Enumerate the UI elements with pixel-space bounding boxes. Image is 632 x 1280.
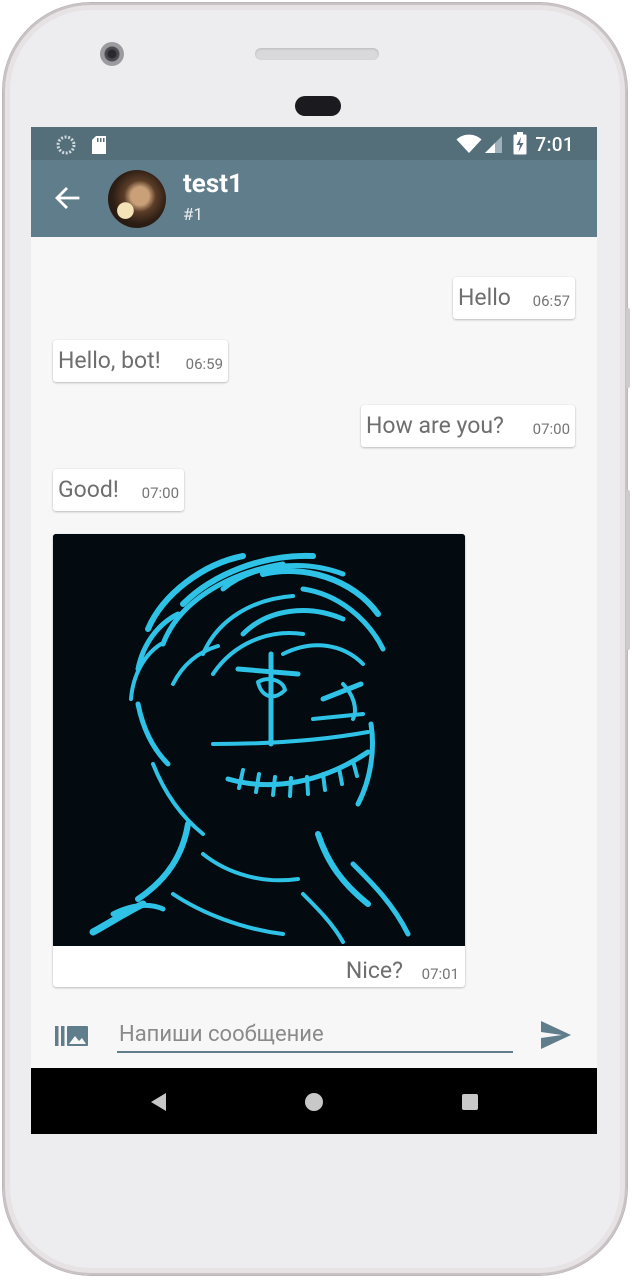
status-bar: 7:01 [31, 127, 597, 160]
front-camera [100, 42, 124, 66]
back-arrow-icon[interactable] [51, 182, 83, 214]
nav-back-icon[interactable] [149, 1092, 167, 1112]
message-time: 06:57 [532, 292, 570, 310]
message-time: 07:00 [532, 420, 570, 438]
cell-signal-icon [485, 136, 502, 153]
sd-card-icon [92, 136, 106, 154]
battery-charging-icon [513, 132, 527, 155]
contact-subtitle: #1 [183, 205, 204, 225]
proximity-sensor [295, 96, 341, 116]
message-bubble-outgoing[interactable]: How are you? 07:00 [361, 405, 575, 447]
image-caption: Nice? [345, 957, 403, 984]
message-time: 06:59 [185, 355, 223, 373]
app-screen: 7:01 test1 #1 Hello 06:57 Hello, bot! 06… [31, 127, 597, 1134]
system-nav-bar [31, 1068, 597, 1134]
message-composer [31, 1007, 597, 1067]
volume-button [626, 490, 630, 650]
image-message-bubble[interactable]: Nice? 07:01 [53, 534, 465, 987]
status-time: 7:01 [535, 133, 574, 156]
message-bubble-incoming[interactable]: Good! 07:00 [53, 469, 184, 511]
message-time: 07:01 [421, 965, 459, 983]
nav-recents-icon[interactable] [462, 1094, 478, 1110]
send-icon[interactable] [540, 1020, 572, 1050]
message-text: Hello, bot! [58, 347, 161, 374]
image-gallery-icon[interactable] [55, 1023, 89, 1049]
wifi-icon [456, 134, 482, 153]
attached-image[interactable] [53, 534, 465, 946]
nav-home-icon[interactable] [305, 1093, 323, 1111]
contact-name[interactable]: test1 [183, 169, 243, 199]
message-text: Hello [458, 284, 511, 311]
power-button [626, 308, 630, 388]
chat-toolbar: test1 #1 [31, 160, 597, 237]
message-time: 07:00 [141, 484, 179, 502]
message-input[interactable] [117, 1017, 513, 1053]
message-bubble-outgoing[interactable]: Hello 06:57 [453, 277, 575, 319]
contact-avatar[interactable] [108, 170, 166, 228]
sync-icon [56, 135, 76, 155]
earpiece-speaker [255, 48, 379, 60]
message-text: Good! [58, 476, 119, 503]
message-bubble-incoming[interactable]: Hello, bot! 06:59 [53, 340, 228, 382]
message-text: How are you? [366, 412, 504, 439]
